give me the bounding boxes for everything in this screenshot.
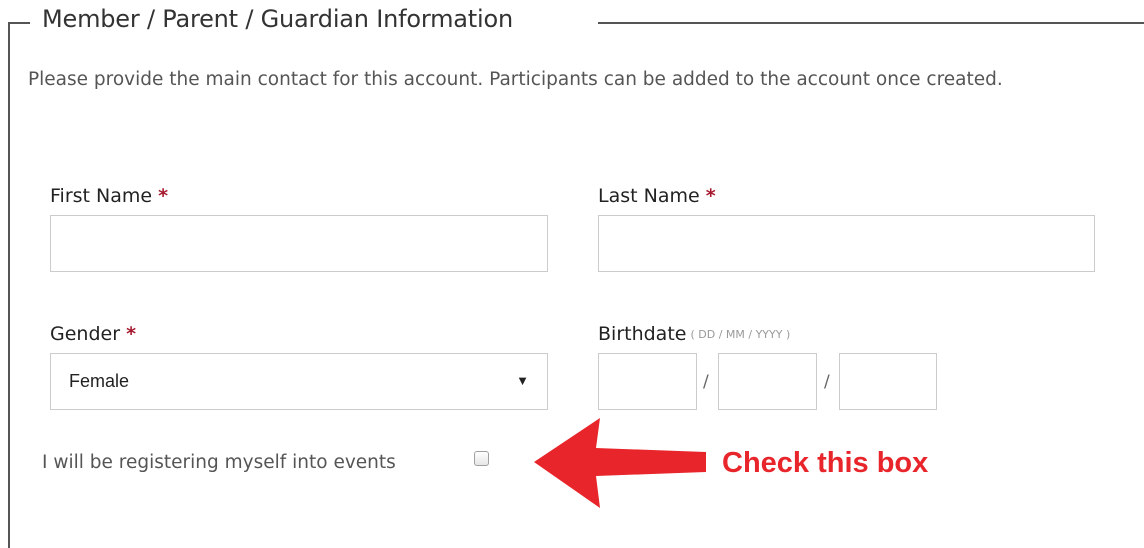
birthdate-label-text: Birthdate (598, 323, 687, 345)
first-name-label-text: First Name (50, 185, 153, 207)
section-legend: Member / Parent / Guardian Information (42, 5, 513, 33)
required-asterisk: * (126, 323, 137, 345)
fieldset-border-top-right (598, 22, 1144, 24)
account-form-section: Member / Parent / Guardian Information P… (0, 0, 1144, 548)
birthdate-day-input[interactable] (598, 353, 697, 410)
gender-selected-value: Female (69, 371, 130, 391)
gender-label: Gender * (50, 323, 136, 345)
caret-down-icon: ▼ (516, 373, 529, 388)
last-name-input[interactable] (598, 215, 1095, 272)
last-name-label-text: Last Name (598, 185, 700, 207)
required-asterisk: * (705, 185, 716, 207)
fieldset-border-left (8, 22, 10, 548)
self-register-label: I will be registering myself into events (42, 452, 396, 473)
date-separator: / (703, 372, 709, 392)
first-name-input[interactable] (50, 215, 548, 272)
self-register-checkbox[interactable] (474, 451, 489, 466)
check-this-box-annotation: Check this box (722, 447, 929, 479)
birthdate-year-input[interactable] (839, 353, 937, 410)
last-name-label: Last Name * (598, 185, 716, 207)
gender-select[interactable]: Female ▼ (50, 353, 548, 410)
section-intro-text: Please provide the main contact for this… (28, 69, 1003, 90)
birthdate-month-input[interactable] (718, 353, 817, 410)
fieldset-border-top-left (8, 22, 30, 24)
gender-label-text: Gender (50, 323, 121, 345)
required-asterisk: * (158, 185, 169, 207)
red-arrow-left-icon (534, 418, 706, 508)
birthdate-format-hint: ( DD / MM / YYYY ) (690, 328, 791, 341)
first-name-label: First Name * (50, 185, 168, 207)
date-separator: / (824, 372, 830, 392)
birthdate-label: Birthdate( DD / MM / YYYY ) (598, 323, 790, 345)
